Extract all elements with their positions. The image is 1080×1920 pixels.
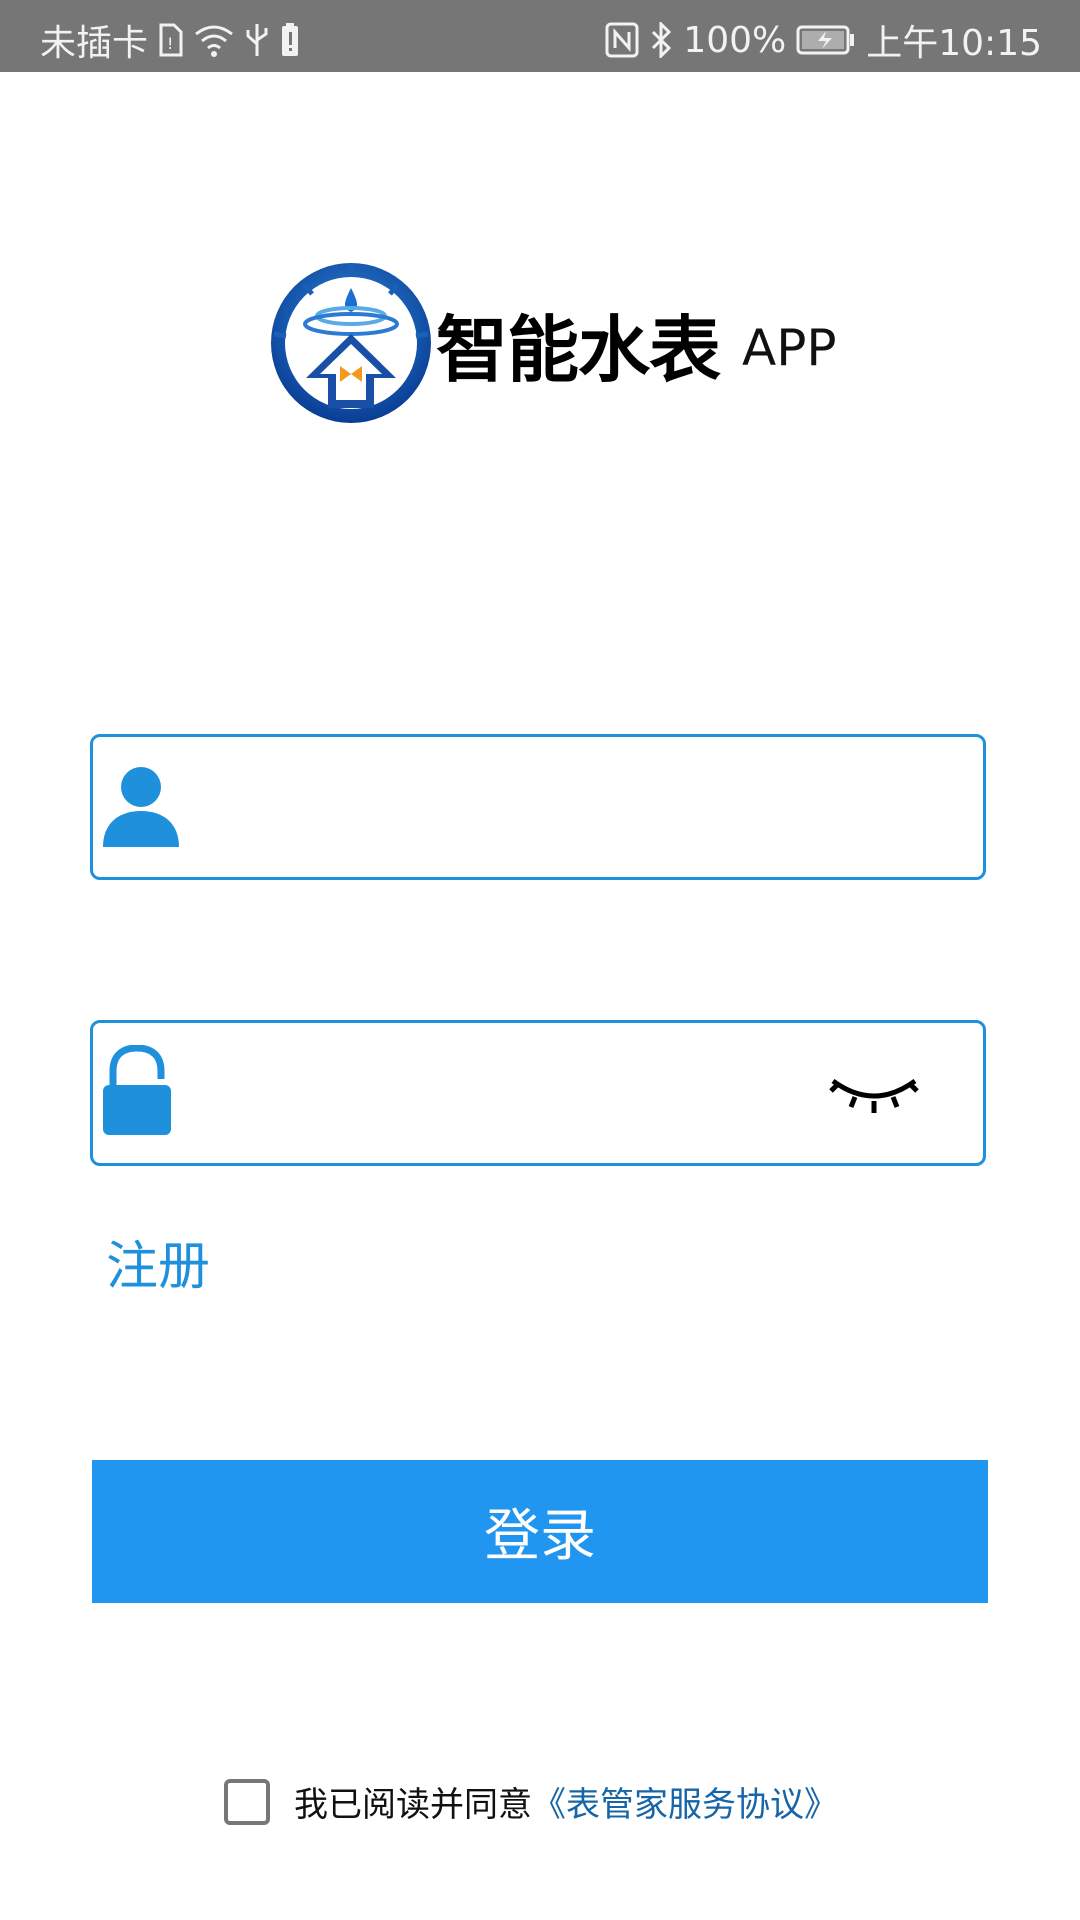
water-meter-logo-icon bbox=[271, 263, 431, 423]
usb-icon bbox=[244, 22, 270, 58]
username-field[interactable] bbox=[90, 734, 986, 880]
agreement-checkbox[interactable] bbox=[224, 1778, 270, 1825]
username-input[interactable] bbox=[213, 747, 877, 869]
nfc-icon bbox=[605, 22, 639, 58]
service-agreement-link[interactable]: 《表管家服务协议》 bbox=[532, 1777, 838, 1826]
status-bar-left: 未插卡 ! bbox=[40, 14, 300, 66]
register-link[interactable]: 注册 bbox=[106, 1224, 210, 1299]
clock-text: 上午10:15 bbox=[866, 23, 1042, 64]
eye-closed-icon[interactable] bbox=[829, 1073, 919, 1121]
battery-percent: 100% bbox=[683, 19, 787, 61]
battery-alert-icon bbox=[280, 22, 300, 58]
agreement-row: 我已阅读并同意 《表管家服务协议》 bbox=[224, 1777, 838, 1826]
wifi-icon bbox=[194, 22, 234, 58]
password-input[interactable] bbox=[213, 1033, 877, 1155]
app-title-suffix: APP bbox=[742, 319, 837, 377]
carrier-text: 未插卡 bbox=[40, 23, 149, 64]
status-bar: 未插卡 ! 100% 上午10:15 bbox=[0, 0, 1080, 72]
app-title: 智能水表 bbox=[436, 307, 721, 392]
password-field[interactable] bbox=[90, 1020, 986, 1166]
user-icon bbox=[101, 765, 181, 853]
sim-icon: ! bbox=[158, 22, 184, 58]
svg-text:!: ! bbox=[167, 34, 173, 53]
battery-charging-icon bbox=[796, 22, 856, 58]
status-bar-right: 100% 上午10:15 bbox=[605, 14, 1042, 66]
login-button[interactable]: 登录 bbox=[92, 1460, 988, 1603]
agreement-text: 我已阅读并同意 bbox=[294, 1785, 532, 1825]
bluetooth-icon bbox=[649, 22, 673, 58]
lock-icon bbox=[101, 1044, 173, 1141]
app-logo: 智能水表 APP bbox=[270, 262, 837, 424]
